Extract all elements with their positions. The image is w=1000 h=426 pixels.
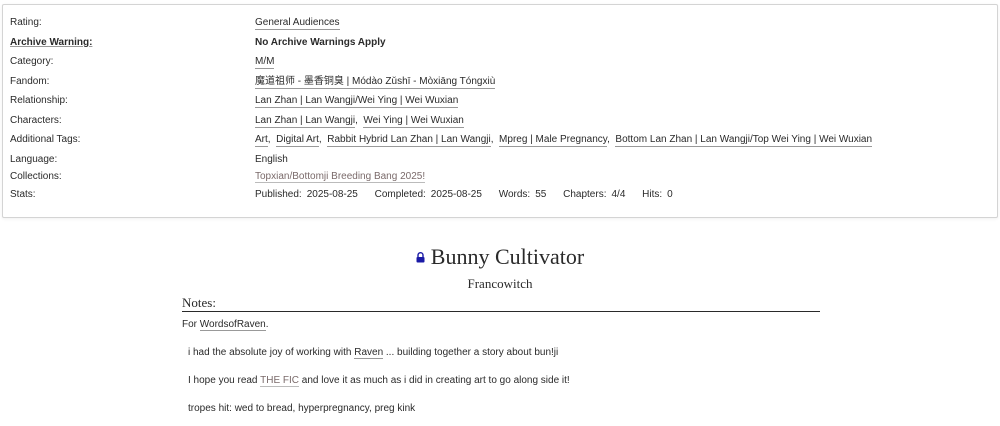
- freeform-tag[interactable]: Bottom Lan Zhan | Lan Wangji/Top Wei Yin…: [615, 134, 873, 147]
- chapters-label: Chapters:: [563, 189, 607, 200]
- fandom-tag[interactable]: 魔道祖师 - 墨香铜臭 | Módào Zǔshī - Mòxiāng Tóng…: [255, 76, 496, 89]
- notes-line1-prefix: i had the absolute joy of working with: [188, 347, 352, 358]
- warning-row: Archive Warning: No Archive Warnings App…: [3, 36, 997, 54]
- notes-line2-suffix: and love it as much as i did in creating…: [301, 375, 570, 386]
- notes-line1-suffix: ... building together a story about bun!…: [385, 347, 559, 358]
- rating-tag[interactable]: General Audiences: [255, 17, 340, 30]
- words-count: 55: [535, 189, 547, 200]
- additional-tags-row: Additional Tags: Art, Digital Art, Rabbi…: [3, 133, 997, 151]
- collection-link[interactable]: Topxian/Bottomji Breeding Bang 2025!: [255, 171, 426, 183]
- the-fic-link[interactable]: THE FIC: [260, 375, 299, 387]
- warning-value: No Archive Warnings Apply: [255, 36, 386, 50]
- rating-label: Rating:: [10, 17, 42, 28]
- language-label: Language:: [10, 154, 58, 165]
- fandom-label: Fandom:: [10, 76, 50, 87]
- collections-value: Topxian/Bottomji Breeding Bang 2025!: [255, 170, 426, 184]
- fandom-row: Fandom: 魔道祖师 - 墨香铜臭 | Módào Zǔshī - Mòxi…: [3, 75, 997, 93]
- work-title: Bunny Cultivator: [0, 243, 1000, 270]
- characters-label: Characters:: [10, 115, 62, 126]
- notes-for-line: For WordsofRaven.: [182, 318, 269, 332]
- characters-row: Characters: Lan Zhan | Lan Wangji, Wei Y…: [3, 114, 997, 132]
- freeform-tag[interactable]: Art: [255, 134, 268, 147]
- rating-row: Rating: General Audiences: [3, 16, 997, 34]
- collections-row: Collections: Topxian/Bottomji Breeding B…: [3, 170, 997, 188]
- additional-tags-value: Art, Digital Art, Rabbit Hybrid Lan Zhan…: [255, 134, 873, 147]
- rating-value: General Audiences: [255, 16, 340, 30]
- characters-value: Lan Zhan | Lan Wangji, Wei Ying | Wei Wu…: [255, 115, 464, 128]
- relationship-label: Relationship:: [10, 95, 68, 106]
- stats-row: Stats: Published: 2025-08-25 Completed: 20…: [3, 188, 997, 206]
- character-tag[interactable]: Wei Ying | Wei Wuxian: [363, 115, 464, 128]
- byline: Francowitch: [0, 276, 1000, 292]
- hits-label: Hits:: [642, 189, 663, 200]
- notes-paragraph: tropes hit: wed to bread, hyperpregnancy…: [188, 402, 415, 416]
- language-value: English: [255, 154, 288, 165]
- chapters-count: 4/4: [611, 189, 626, 200]
- relationship-row: Relationship: Lan Zhan | Lan Wangji/Wei …: [3, 94, 997, 112]
- fandom-value: 魔道祖师 - 墨香铜臭 | Módào Zǔshī - Mòxiāng Tóng…: [255, 75, 496, 89]
- lock-icon: [416, 243, 425, 269]
- notes-line2-prefix: I hope you read: [188, 375, 258, 386]
- notes-line3: tropes hit: wed to bread, hyperpregnancy…: [188, 403, 416, 414]
- completed-label: Completed:: [374, 189, 426, 200]
- published-label: Published:: [255, 189, 302, 200]
- words-label: Words:: [498, 189, 531, 200]
- notes-for-prefix: For: [182, 319, 197, 330]
- stats-label: Stats:: [10, 189, 36, 200]
- language-row: Language: English: [3, 153, 997, 171]
- work-title-text: Bunny Cultivator: [430, 244, 585, 269]
- hits-count: 0: [667, 189, 673, 200]
- warning-label: Archive Warning:: [10, 37, 93, 48]
- raven-link[interactable]: Raven: [354, 347, 384, 359]
- freeform-tag[interactable]: Rabbit Hybrid Lan Zhan | Lan Wangji: [327, 134, 491, 147]
- recipient-link[interactable]: WordsofRaven: [199, 319, 266, 331]
- completed-date: 2025-08-25: [430, 189, 482, 200]
- notes-for-suffix: .: [265, 319, 269, 330]
- character-tag[interactable]: Lan Zhan | Lan Wangji: [255, 115, 356, 128]
- notes-paragraph: i had the absolute joy of working with R…: [188, 346, 558, 360]
- published-date: 2025-08-25: [306, 189, 358, 200]
- additional-tags-label: Additional Tags:: [10, 134, 81, 145]
- category-label: Category:: [10, 56, 54, 67]
- collections-label: Collections:: [10, 171, 62, 182]
- notes-paragraph: I hope you read THE FIC and love it as m…: [188, 374, 570, 388]
- category-value: M/M: [255, 55, 275, 69]
- work-meta-box: Rating: General Audiences Archive Warnin…: [2, 4, 998, 218]
- notes-heading: Notes:: [182, 295, 820, 312]
- category-row: Category: M/M: [3, 55, 997, 73]
- freeform-tag[interactable]: Mpreg | Male Pregnancy: [499, 134, 608, 147]
- warning-tag[interactable]: No Archive Warnings Apply: [255, 37, 386, 49]
- category-tag[interactable]: M/M: [255, 56, 275, 69]
- stats-value: Published: 2025-08-25 Completed: 2025-08-2…: [255, 188, 687, 202]
- author-link[interactable]: Francowitch: [468, 276, 533, 291]
- relationship-value: Lan Zhan | Lan Wangji/Wei Ying | Wei Wux…: [255, 94, 459, 108]
- relationship-tag[interactable]: Lan Zhan | Lan Wangji/Wei Ying | Wei Wux…: [255, 95, 459, 108]
- freeform-tag[interactable]: Digital Art: [276, 134, 319, 147]
